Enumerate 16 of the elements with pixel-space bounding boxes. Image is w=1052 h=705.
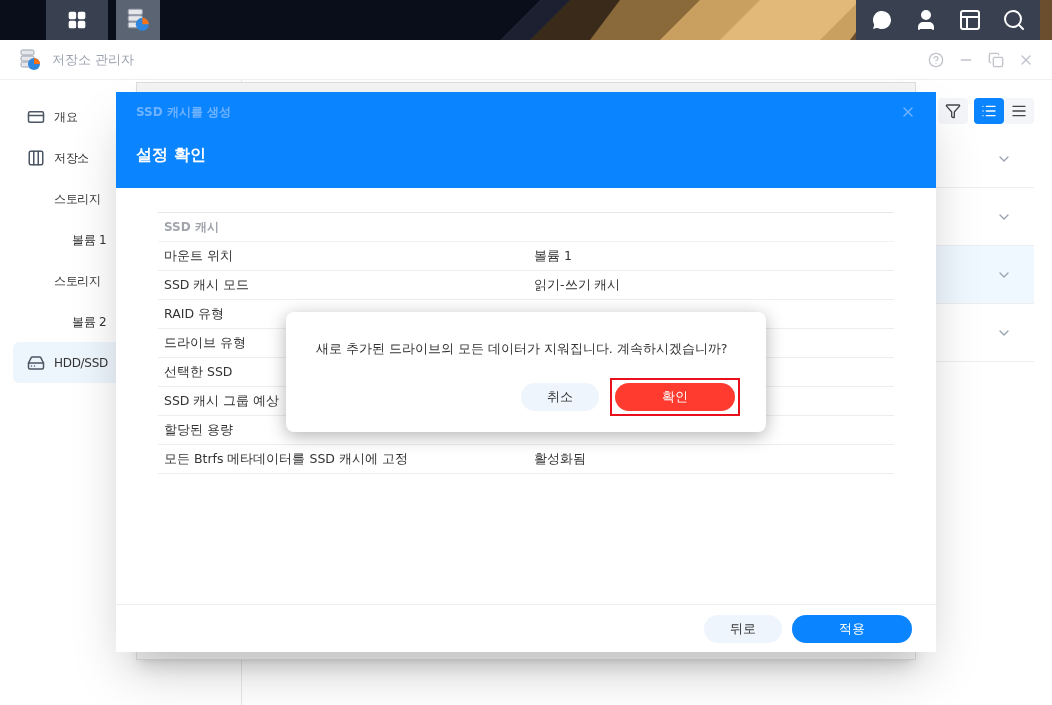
wizard-title: 설정 확인 <box>136 144 206 166</box>
setting-value: 읽기-쓰기 캐시 <box>534 275 622 294</box>
setting-label: 드라이브 유형 <box>164 333 246 352</box>
wizard-subtitle: SSD 캐시를 생성 <box>136 104 232 121</box>
setting-value: 활성화됨 <box>534 449 587 468</box>
setting-label: SSD 캐시 그룹 예상 <box>164 391 280 410</box>
window-title: 저장소 관리자 <box>52 50 135 69</box>
setting-label: SSD 캐시 모드 <box>164 275 250 294</box>
section-heading: SSD 캐시 <box>164 219 219 236</box>
setting-label: RAID 유형 <box>164 304 224 323</box>
setting-label: 모든 Btrfs 메타데이터를 SSD 캐시에 고정 <box>164 449 408 468</box>
setting-label: 할당된 용량 <box>164 420 233 439</box>
setting-label: 선택한 SSD <box>164 362 233 381</box>
setting-value: 볼륨 1 <box>534 246 573 265</box>
setting-label: 마운트 위치 <box>164 246 233 265</box>
confirm-message: 새로 추가된 드라이브의 모든 데이터가 지워집니다. 계속하시겠습니까? <box>316 340 729 358</box>
